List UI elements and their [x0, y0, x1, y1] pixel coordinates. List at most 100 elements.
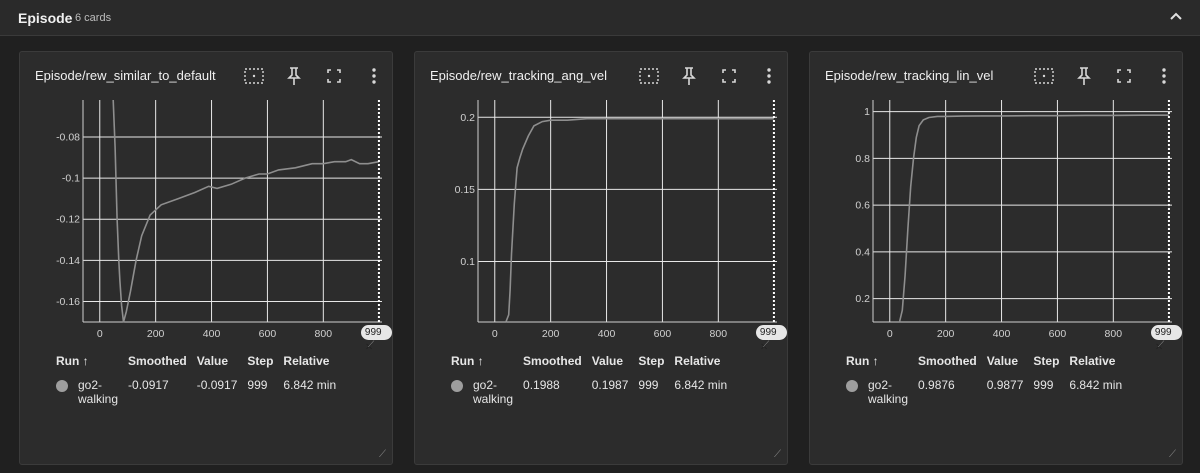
chevron-up-icon[interactable] [1166, 6, 1186, 26]
y-tick-label: -0.12 [56, 214, 80, 226]
y-tick-label: 0.2 [460, 112, 475, 124]
x-tick-label: 400 [993, 328, 1011, 340]
card-title: Episode/rew_similar_to_default [35, 68, 216, 83]
column-header[interactable]: Run ↑ [56, 354, 128, 378]
more-vert-icon[interactable] [757, 64, 781, 88]
x-tick-label: 800 [710, 328, 728, 340]
relative-cell: 6.842 min [283, 378, 337, 392]
run-color-swatch [451, 380, 463, 392]
x-tick-label: 200 [937, 328, 955, 340]
pin-icon[interactable] [282, 64, 306, 88]
smoothed-cell: 0.1988 [523, 378, 560, 392]
y-tick-label: 0.6 [855, 200, 870, 212]
table-row: go2- walking 0.1988 0.1987 999 6.842 min [451, 378, 737, 406]
x-tick-label: 800 [1105, 328, 1123, 340]
run-name-line-1: go2- [868, 378, 893, 392]
y-tick-label: 0.1 [460, 256, 475, 268]
column-header[interactable]: Run ↑ [451, 354, 523, 378]
run-name-line-1: go2- [473, 378, 498, 392]
x-tick-label: 0 [97, 328, 103, 340]
card-resize-grip[interactable]: ⟋ [1169, 449, 1176, 460]
column-header: Relative [674, 354, 721, 368]
pin-icon[interactable] [677, 64, 701, 88]
card-resize-grip[interactable]: ⟋ [774, 449, 781, 460]
x-tick-label: 200 [147, 328, 165, 340]
column-header: Step [1033, 354, 1060, 368]
card-count: 6 cards [75, 12, 112, 24]
plot-area [83, 100, 382, 322]
pin-icon[interactable] [1072, 64, 1096, 88]
scalar-card: Episode/rew_similar_to_default 0 200 400 60… [19, 51, 393, 465]
y-tick-label: -0.16 [56, 296, 80, 308]
y-tick-label: 1 [864, 106, 870, 118]
card-title: Episode/rew_tracking_ang_vel [430, 68, 608, 83]
step-selector-badge[interactable]: 999 ✕ [360, 325, 392, 353]
step-cell: 999 [1033, 378, 1054, 392]
line-chart[interactable]: 0 200 400 600 800 0.2 0.4 0.6 0.8 1 [810, 96, 1182, 350]
more-vert-icon[interactable] [362, 64, 386, 88]
column-header: Step [247, 354, 274, 368]
step-cell: 999 [638, 378, 659, 392]
column-header: Relative [283, 354, 330, 368]
fullscreen-icon[interactable] [322, 64, 346, 88]
run-cell [56, 378, 78, 406]
table-row: go2- walking -0.0917 -0.0917 999 6.842 mi… [56, 378, 346, 406]
smoothed-cell: 0.9876 [918, 378, 955, 392]
plot-area [478, 100, 777, 322]
y-tick-label: -0.08 [56, 132, 80, 144]
fullscreen-icon[interactable] [1112, 64, 1136, 88]
x-tick-label: 400 [598, 328, 616, 340]
column-header: Smoothed [918, 354, 977, 368]
run-name-cell: go2- walking [473, 378, 523, 406]
run-color-swatch [846, 380, 858, 392]
chart-resize-grip[interactable]: ⟋ [1158, 339, 1164, 350]
scalar-card: Episode/rew_tracking_lin_vel 0 200 400 600 8… [809, 51, 1183, 465]
step-selector-badge[interactable]: 999 ✕ [755, 325, 787, 353]
box-select-icon[interactable] [637, 64, 661, 88]
run-name-cell: go2- walking [78, 378, 128, 406]
y-tick-label: 0.2 [855, 293, 870, 305]
x-tick-label: 200 [542, 328, 560, 340]
section-header: Episode 6 cards [0, 0, 1200, 36]
x-tick-label: 800 [315, 328, 333, 340]
value-cell: 0.1987 [591, 378, 629, 392]
x-tick-label: 600 [259, 328, 277, 340]
fullscreen-icon[interactable] [717, 64, 741, 88]
tooltip-table: Run ↑ Smoothed Value Step Relative go2- walki… [56, 354, 346, 406]
relative-cell: 6.842 min [1069, 378, 1123, 392]
box-select-icon[interactable] [242, 64, 266, 88]
table-row: go2- walking 0.9876 0.9877 999 6.842 min [846, 378, 1132, 406]
y-tick-label: -0.1 [62, 173, 80, 185]
x-tick-label: 400 [203, 328, 221, 340]
column-header: Smoothed [523, 354, 582, 368]
tooltip-table: Run ↑ Smoothed Value Step Relative go2- walki… [451, 354, 737, 406]
run-color-swatch [56, 380, 68, 392]
tooltip-header-row: Run ↑ Smoothed Value Step Relative [56, 354, 346, 378]
column-header[interactable]: Run ↑ [846, 354, 918, 378]
step-selector-badge[interactable]: 999 ✕ [1150, 325, 1182, 353]
chart-resize-grip[interactable]: ⟋ [368, 339, 374, 350]
box-select-icon[interactable] [1032, 64, 1056, 88]
run-name-line-1: go2- [78, 378, 103, 392]
run-name-line-2: walking [473, 392, 514, 406]
column-header: Step [638, 354, 665, 368]
relative-cell: 6.842 min [674, 378, 728, 392]
section-title: Episode [18, 10, 73, 26]
scalar-card: Episode/rew_tracking_ang_vel 0 200 400 600 8… [414, 51, 788, 465]
line-chart[interactable]: 0 200 400 600 800 0.1 0.15 0.2 [415, 96, 787, 350]
run-cell [846, 378, 868, 406]
step-cell: 999 [247, 378, 268, 392]
tooltip-header-row: Run ↑ Smoothed Value Step Relative [451, 354, 737, 378]
chart-resize-grip[interactable]: ⟋ [763, 339, 769, 350]
y-tick-label: 0.15 [455, 184, 476, 196]
column-header: Relative [1069, 354, 1116, 368]
x-tick-label: 0 [887, 328, 893, 340]
card-resize-grip[interactable]: ⟋ [379, 449, 386, 460]
y-tick-label: -0.14 [56, 255, 80, 267]
y-tick-label: 0.4 [855, 246, 870, 258]
value-cell: -0.0917 [196, 378, 238, 392]
column-header: Value [196, 354, 229, 368]
y-tick-label: 0.8 [855, 153, 870, 165]
more-vert-icon[interactable] [1152, 64, 1176, 88]
line-chart[interactable]: 0 200 400 600 800 -0.08 -0.1 -0.12 -0.14 -0.16 [20, 96, 392, 350]
